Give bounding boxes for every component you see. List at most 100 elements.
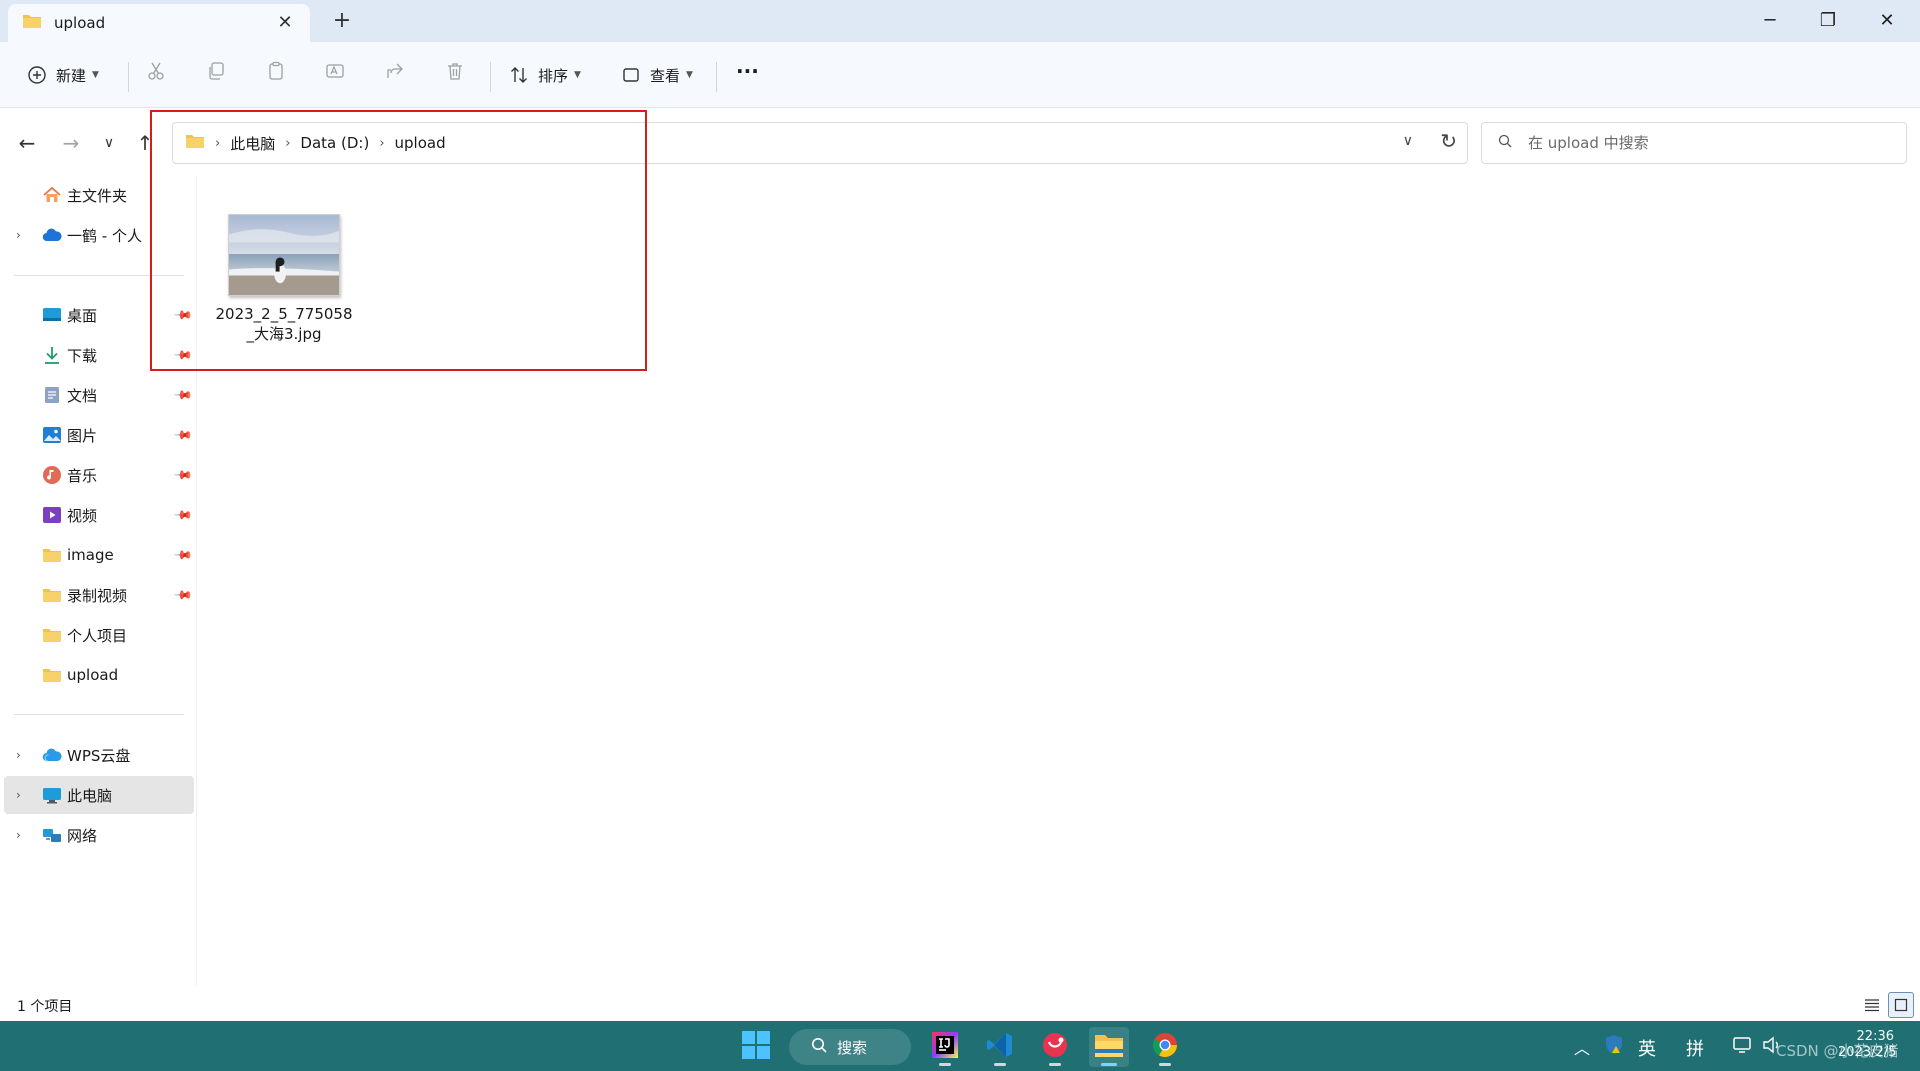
- view-icon: [620, 64, 642, 86]
- sidebar-item-this-pc[interactable]: › 此电脑: [4, 776, 194, 814]
- ime-language-indicator[interactable]: 英: [1638, 1035, 1656, 1061]
- new-button[interactable]: 新建 ▼: [26, 60, 99, 90]
- paste-icon[interactable]: [265, 60, 287, 82]
- recent-locations-chevron-icon[interactable]: ∨: [96, 130, 122, 156]
- close-button[interactable]: ✕: [1872, 6, 1902, 36]
- chevron-right-icon[interactable]: ›: [16, 748, 21, 762]
- taskbar-app-vscode[interactable]: [980, 1027, 1020, 1067]
- address-bar[interactable]: › 此电脑 › Data (D:) › upload ∨ ↻: [172, 122, 1468, 164]
- sidebar-item-home[interactable]: 主文件夹: [4, 176, 194, 214]
- address-history-chevron-icon[interactable]: ∨: [1403, 133, 1413, 149]
- sidebar-item-documents[interactable]: 文档 📌: [4, 376, 194, 414]
- ime-mode-indicator[interactable]: 拼: [1686, 1035, 1704, 1061]
- breadcrumb-upload[interactable]: upload: [395, 134, 446, 152]
- sidebar-item-label: 主文件夹: [67, 186, 128, 205]
- sidebar-item-label: 网络: [67, 826, 98, 845]
- sidebar-item-music[interactable]: 音乐 📌: [4, 456, 194, 494]
- start-button[interactable]: [736, 1027, 776, 1067]
- more-options-button[interactable]: ···: [736, 56, 759, 86]
- sidebar-item-image[interactable]: image 📌: [4, 536, 194, 574]
- sort-label: 排序: [538, 66, 569, 85]
- rename-icon[interactable]: [324, 60, 346, 82]
- sidebar-item-pictures[interactable]: 图片 📌: [4, 416, 194, 454]
- running-indicator: [1049, 1063, 1061, 1066]
- toolbar-divider: [490, 62, 491, 92]
- copy-icon[interactable]: [205, 60, 227, 82]
- security-shield-icon[interactable]: [1604, 1034, 1624, 1061]
- breadcrumb-separator-icon: ›: [379, 135, 385, 151]
- forward-arrow-icon[interactable]: →: [58, 130, 84, 156]
- pin-icon[interactable]: 📌: [173, 425, 193, 445]
- refresh-icon[interactable]: ↻: [1440, 129, 1457, 153]
- video-icon: [42, 505, 62, 525]
- pin-icon[interactable]: 📌: [173, 545, 193, 565]
- sidebar-item-label: 文档: [67, 386, 98, 405]
- chevron-right-icon[interactable]: ›: [16, 788, 21, 802]
- sidebar-item-desktop[interactable]: 桌面 📌: [4, 296, 194, 334]
- new-label: 新建: [56, 66, 87, 85]
- taskbar-app-file-explorer[interactable]: [1089, 1027, 1129, 1067]
- clock-time: 22:36: [1856, 1029, 1894, 1044]
- pin-icon[interactable]: 📌: [173, 505, 193, 525]
- details-view-icon[interactable]: [1859, 992, 1885, 1018]
- sidebar-item-videos[interactable]: 视频 📌: [4, 496, 194, 534]
- pin-icon[interactable]: 📌: [173, 385, 193, 405]
- up-arrow-icon[interactable]: ↑: [132, 130, 158, 156]
- taskbar-app-intellij[interactable]: [925, 1027, 965, 1067]
- running-indicator: [1159, 1063, 1171, 1066]
- image-thumbnail: [214, 214, 354, 296]
- sidebar-item-onedrive[interactable]: › 一鹤 - 个人: [4, 216, 194, 254]
- sort-button[interactable]: 排序 ▼: [508, 60, 581, 90]
- folder-icon: [22, 13, 42, 33]
- back-arrow-icon[interactable]: ←: [14, 130, 40, 156]
- sidebar-item-downloads[interactable]: 下载 📌: [4, 336, 194, 374]
- breadcrumb-separator-icon: ›: [285, 135, 291, 151]
- folder-icon: [42, 665, 62, 685]
- toolbar-divider: [128, 62, 129, 92]
- title-bar: upload ✕ + ─ ❐ ✕: [0, 0, 1920, 42]
- taskbar-app-red-client[interactable]: [1035, 1027, 1075, 1067]
- system-clock[interactable]: 22:36 2023/2/5: [1838, 1029, 1896, 1061]
- windows-logo-icon: [741, 1030, 771, 1064]
- new-tab-button[interactable]: +: [330, 10, 354, 34]
- download-icon: [42, 345, 62, 365]
- view-button[interactable]: 查看 ▼: [620, 60, 693, 90]
- search-box[interactable]: [1481, 122, 1907, 164]
- vscode-icon: [986, 1031, 1014, 1063]
- file-item[interactable]: 2023_2_5_775058_大海3.jpg: [214, 214, 354, 344]
- cut-icon[interactable]: [145, 60, 167, 82]
- delete-icon[interactable]: [444, 60, 466, 82]
- chevron-right-icon[interactable]: ›: [16, 228, 21, 242]
- taskbar-app-chrome[interactable]: [1145, 1027, 1185, 1067]
- breadcrumb-separator-icon: ›: [215, 135, 221, 151]
- sidebar-item-label: 音乐: [67, 466, 98, 485]
- taskbar-search-button[interactable]: 搜索: [789, 1029, 911, 1065]
- sidebar-item-label: 此电脑: [67, 786, 113, 805]
- pin-icon[interactable]: 📌: [173, 465, 193, 485]
- search-input[interactable]: [1528, 134, 1888, 152]
- sidebar-divider: [14, 275, 184, 276]
- tab-close-icon[interactable]: ✕: [276, 14, 294, 32]
- search-icon: [811, 1037, 827, 1057]
- breadcrumb-this-pc[interactable]: 此电脑: [230, 133, 275, 154]
- minimize-button[interactable]: ─: [1755, 6, 1785, 36]
- display-icon[interactable]: [1733, 1035, 1753, 1060]
- share-icon[interactable]: [384, 60, 406, 82]
- pin-icon[interactable]: 📌: [173, 305, 193, 325]
- large-icons-view-icon[interactable]: [1888, 992, 1914, 1018]
- sidebar-item-wps-cloud[interactable]: › WPS云盘: [4, 736, 194, 774]
- sidebar-item-personal-projects[interactable]: 个人项目: [4, 616, 194, 654]
- pin-icon[interactable]: 📌: [173, 345, 193, 365]
- running-indicator: [939, 1063, 951, 1066]
- taskbar-search-label: 搜索: [837, 1038, 868, 1057]
- desktop-icon: [42, 305, 62, 325]
- show-hidden-icons-chevron-icon[interactable]: ︿: [1574, 1035, 1590, 1059]
- restore-button[interactable]: ❐: [1813, 6, 1843, 36]
- chevron-right-icon[interactable]: ›: [16, 828, 21, 842]
- tab-upload[interactable]: upload ✕: [8, 4, 310, 42]
- sidebar-item-recordings[interactable]: 录制视频 📌: [4, 576, 194, 614]
- breadcrumb-data-drive[interactable]: Data (D:): [300, 134, 369, 152]
- sidebar-item-upload[interactable]: upload: [4, 656, 194, 694]
- pin-icon[interactable]: 📌: [173, 585, 193, 605]
- sidebar-item-network[interactable]: › 网络: [4, 816, 194, 854]
